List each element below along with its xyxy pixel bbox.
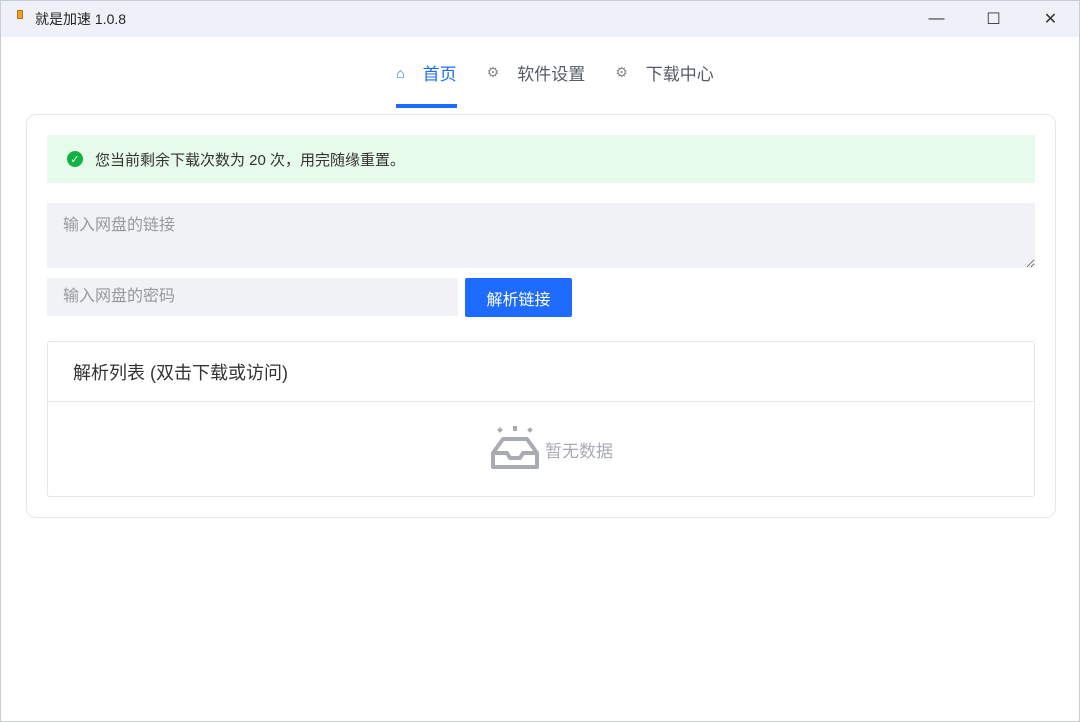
gear-icon: ⚙ — [486, 64, 500, 80]
empty-state: 暂无数据 — [48, 402, 1034, 496]
password-input[interactable] — [47, 278, 458, 316]
success-alert: ✓ 您当前剩余下载次数为 20 次，用完随缘重置。 — [47, 135, 1035, 183]
tab-settings[interactable]: ⚙ 软件设置 — [487, 53, 586, 108]
maximize-button[interactable]: ☐ — [965, 1, 1022, 37]
tab-label: 软件设置 — [517, 65, 586, 84]
list-title: 解析列表 (双击下载或访问) — [48, 342, 1034, 402]
parse-list: 解析列表 (双击下载或访问) 暂无数据 — [47, 341, 1035, 497]
alert-text: 您当前剩余下载次数为 20 次，用完随缘重置。 — [95, 151, 406, 169]
parse-link-button[interactable]: 解析链接 — [465, 278, 572, 317]
empty-inbox-icon — [491, 426, 539, 469]
close-button[interactable]: ✕ — [1022, 1, 1079, 37]
nav-tabs: ⌂ 首页 ⚙ 软件设置 ⚙ 下载中心 — [1, 53, 1079, 108]
main-card: ✓ 您当前剩余下载次数为 20 次，用完随缘重置。 解析链接 解析列表 (双击下… — [26, 114, 1056, 518]
tab-downloads[interactable]: ⚙ 下载中心 — [615, 53, 714, 108]
tab-label: 首页 — [422, 65, 457, 84]
home-icon: ⌂ — [396, 64, 405, 81]
tab-label: 下载中心 — [645, 65, 714, 84]
window-title: 就是加速 1.0.8 — [35, 11, 127, 27]
app-icon — [17, 9, 23, 19]
check-circle-icon: ✓ — [67, 151, 83, 167]
title-bar: 就是加速 1.0.8 — ☐ ✕ — [1, 1, 1079, 37]
minimize-button[interactable]: — — [908, 1, 965, 37]
link-input[interactable] — [47, 203, 1035, 268]
empty-text: 暂无数据 — [545, 441, 613, 461]
gear-icon: ⚙ — [615, 64, 628, 80]
tab-home[interactable]: ⌂ 首页 — [396, 53, 458, 108]
